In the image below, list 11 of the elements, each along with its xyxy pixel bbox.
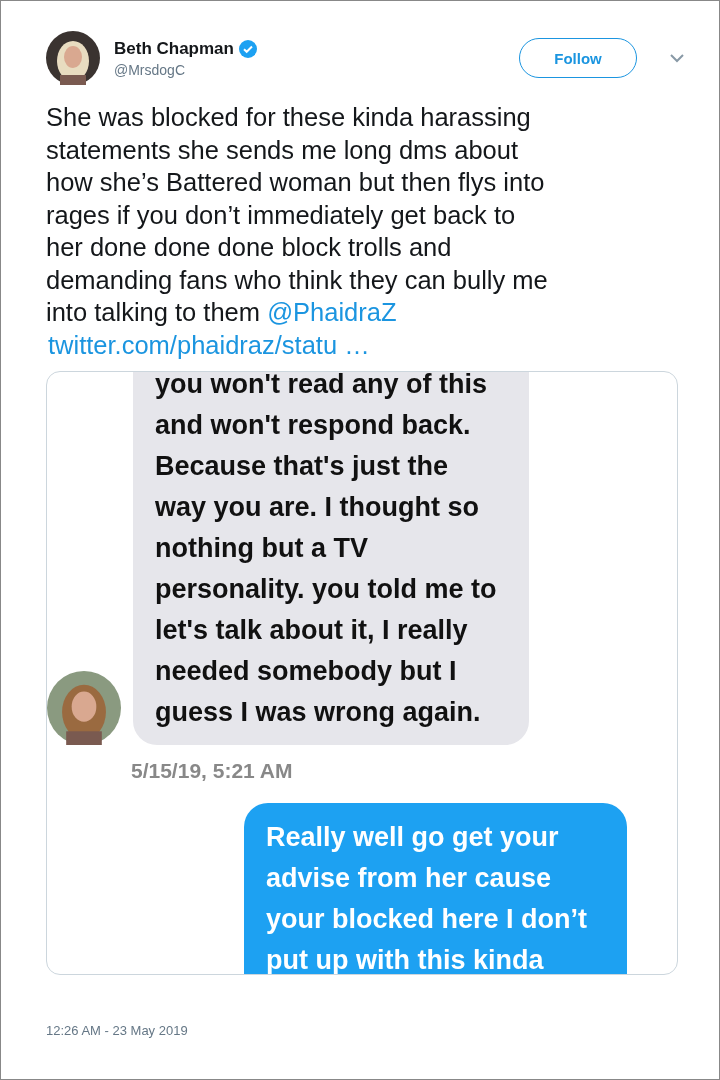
author-name[interactable]: Beth Chapman [114,38,234,59]
message-time: 5/15/19, 5:21 AM [131,759,294,783]
message-bubble: you won't read any of this and won't respond back. Because that's just the way you are. I thought so nothing but a TV personality. you told me to let's talk about it, I really needed somebody but I guess I was wrong again. [133,372,529,745]
chevron-down-icon[interactable] [669,53,685,63]
message-bubble: Really well go get your advise from her cause your blocked here I don’t put up with this kinda [244,803,627,974]
mention-link[interactable]: @PhaidraZ [267,298,397,326]
tweet-timestamp: 12:26 AM - 23 May 2019 [46,1023,189,1038]
author-handle: @MrsdogC [114,61,186,78]
tweet-link[interactable]: twitter.com/phaidraz/statu … [48,328,689,361]
follow-button[interactable]: Follow [519,38,637,78]
avatar [46,31,100,85]
